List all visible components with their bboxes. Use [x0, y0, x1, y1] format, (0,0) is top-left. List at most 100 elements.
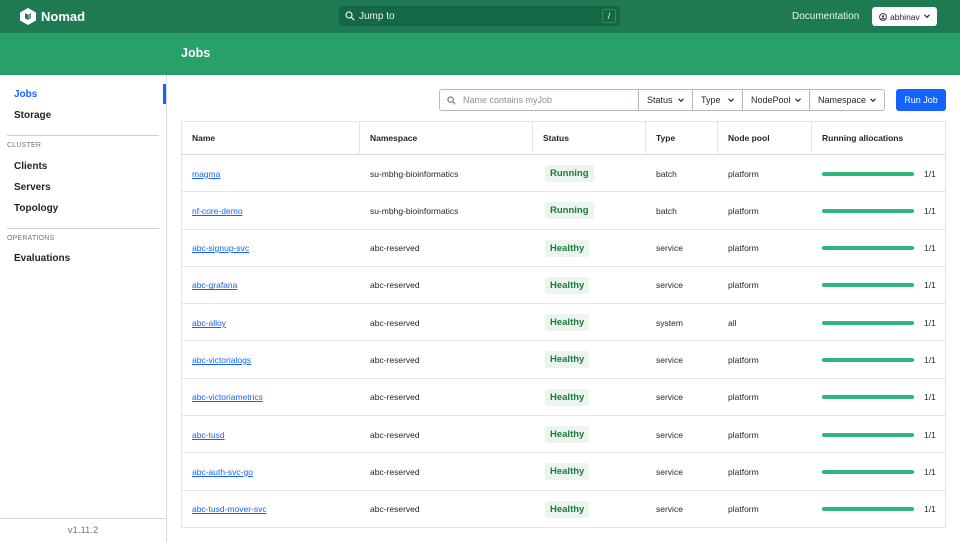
brand-name: Nomad: [41, 9, 86, 24]
filter-placeholder: Name contains myJob: [463, 95, 553, 105]
job-name-link[interactable]: abc-signup-svc: [192, 243, 249, 253]
status-cell: Healthy: [533, 341, 646, 378]
job-name-cell: abc-grafana: [182, 267, 360, 304]
column-header-name[interactable]: Name: [182, 122, 360, 155]
table-row[interactable]: abc-victorialogs abc-reserved Healthy servi…: [182, 341, 945, 379]
search-icon: [345, 11, 355, 21]
node-pool-cell: platform: [728, 205, 759, 216]
status-cell: Healthy: [533, 379, 646, 416]
allocations-cell: 1/1: [812, 267, 945, 304]
type-filter-label: Type: [701, 95, 721, 105]
type-filter-button[interactable]: Type: [693, 89, 743, 111]
status-cell: Healthy: [533, 267, 646, 304]
status-cell: Healthy: [533, 416, 646, 453]
nomad-logo-link[interactable]: Nomad: [20, 8, 85, 25]
type-cell: service: [656, 504, 683, 515]
version-label: v1.11.2: [67, 525, 99, 536]
status-badge: Healthy: [545, 500, 590, 518]
allocation-count: 1/1: [924, 205, 936, 216]
table-row[interactable]: abc-signup-svc abc-reserved Healthy service…: [182, 230, 945, 267]
table-row[interactable]: abc-auth-svc-go abc-reserved Healthy servic…: [182, 453, 945, 491]
status-badge: Running: [545, 165, 594, 182]
nodepool-filter-button[interactable]: NodePool: [743, 89, 810, 111]
type-cell: service: [656, 392, 683, 403]
job-name-cell: abc-tusd: [182, 416, 360, 453]
sidebar: Jobs Storage CLUSTER Clients Servers Top…: [0, 75, 167, 542]
table-row[interactable]: abc-tusd-mover-svc abc-reserved Healthy ser…: [182, 491, 945, 528]
column-header-node-pool[interactable]: Node pool: [718, 122, 812, 155]
job-name-link[interactable]: nf-core-demo: [192, 206, 243, 216]
table-row[interactable]: abc-tusd abc-reserved Healthy service platfo…: [182, 416, 945, 454]
allocation-progress-bar: [822, 246, 914, 251]
node-pool-cell: platform: [728, 168, 759, 179]
namespace-filter-label: Namespace: [818, 95, 867, 105]
namespace-filter-button[interactable]: Namespace: [810, 89, 885, 111]
namespace-cell: abc-reserved: [370, 504, 420, 515]
node-pool-cell: all: [728, 317, 737, 328]
allocation-count: 1/1: [924, 168, 936, 179]
node-pool-cell: platform: [728, 354, 759, 365]
allocation-progress-bar: [822, 171, 914, 176]
type-cell: batch: [656, 205, 677, 216]
page-header: Jobs: [0, 33, 960, 75]
allocation-progress-bar: [822, 357, 914, 362]
type-cell: service: [656, 429, 683, 440]
allocation-count: 1/1: [924, 429, 936, 440]
active-indicator: [163, 84, 166, 104]
column-header-type[interactable]: Type: [646, 122, 718, 155]
column-header-namespace[interactable]: Namespace: [360, 122, 533, 155]
allocation-progress-bar: [822, 395, 914, 400]
job-name-cell: nf-core-demo: [182, 192, 360, 229]
jump-to-search[interactable]: Jump to /: [339, 6, 620, 26]
job-name-link[interactable]: abc-grafana: [192, 280, 237, 290]
job-name-cell: abc-victoriametrics: [182, 379, 360, 416]
table-row[interactable]: nf-core-demo su-mbhg-bioinformatics Runnin…: [182, 192, 945, 230]
table-row[interactable]: abc-grafana abc-reserved Healthy service pla…: [182, 267, 945, 305]
job-name-link[interactable]: magma: [192, 169, 220, 179]
sidebar-item-clients[interactable]: Clients: [14, 161, 47, 172]
search-placeholder: Jump to: [359, 10, 395, 22]
allocations-cell: 1/1: [812, 192, 945, 229]
table-row[interactable]: abc-victoriametrics abc-reserved Healthy se…: [182, 379, 945, 417]
namespace-cell: abc-reserved: [370, 392, 420, 403]
job-name-link[interactable]: abc-tusd-mover-svc: [192, 504, 267, 514]
nodepool-filter-label: NodePool: [751, 95, 791, 105]
sidebar-item-jobs[interactable]: Jobs: [14, 89, 37, 100]
status-filter-button[interactable]: Status: [639, 89, 693, 111]
nomad-logo-icon: [20, 8, 36, 25]
table-row[interactable]: magma su-mbhg-bioinformatics Running batch p…: [182, 155, 945, 193]
job-name-link[interactable]: abc-victorialogs: [192, 355, 251, 365]
documentation-link[interactable]: Documentation: [792, 11, 859, 22]
job-name-cell: abc-signup-svc: [182, 230, 360, 267]
sidebar-item-servers[interactable]: Servers: [14, 182, 51, 193]
node-pool-cell: platform: [728, 392, 759, 403]
column-header-status[interactable]: Status: [533, 122, 646, 155]
version-divider: [0, 518, 166, 519]
chevron-down-icon: [924, 14, 930, 19]
run-job-button[interactable]: Run Job: [896, 89, 946, 111]
job-name-cell: abc-tusd-mover-svc: [182, 491, 360, 528]
job-name-filter-input[interactable]: Name contains myJob: [439, 89, 639, 111]
node-pool-cell: platform: [728, 280, 759, 291]
job-name-link[interactable]: abc-tusd: [192, 430, 225, 440]
node-pool-cell: platform: [728, 466, 759, 477]
allocations-cell: 1/1: [812, 304, 945, 341]
status-badge: Healthy: [545, 239, 590, 257]
job-name-link[interactable]: abc-auth-svc-go: [192, 467, 253, 477]
type-cell: system: [656, 317, 683, 328]
job-name-cell: abc-alloy: [182, 304, 360, 341]
sidebar-item-topology[interactable]: Topology: [14, 203, 58, 214]
sidebar-item-storage[interactable]: Storage: [14, 110, 51, 121]
operations-section-label: OPERATIONS: [7, 235, 55, 242]
type-cell: service: [656, 354, 683, 365]
namespace-cell: su-mbhg-bioinformatics: [370, 168, 459, 179]
job-name-link[interactable]: abc-alloy: [192, 318, 226, 328]
user-icon: [879, 12, 887, 21]
job-name-link[interactable]: abc-victoriametrics: [192, 392, 263, 402]
sidebar-item-evaluations[interactable]: Evaluations: [14, 253, 70, 264]
table-row[interactable]: abc-alloy abc-reserved Healthy system all 1/1: [182, 304, 945, 342]
namespace-cell: abc-reserved: [370, 317, 420, 328]
user-menu-button[interactable]: abhinav: [872, 7, 937, 26]
status-badge: Healthy: [545, 426, 590, 444]
allocations-cell: 1/1: [812, 155, 945, 192]
